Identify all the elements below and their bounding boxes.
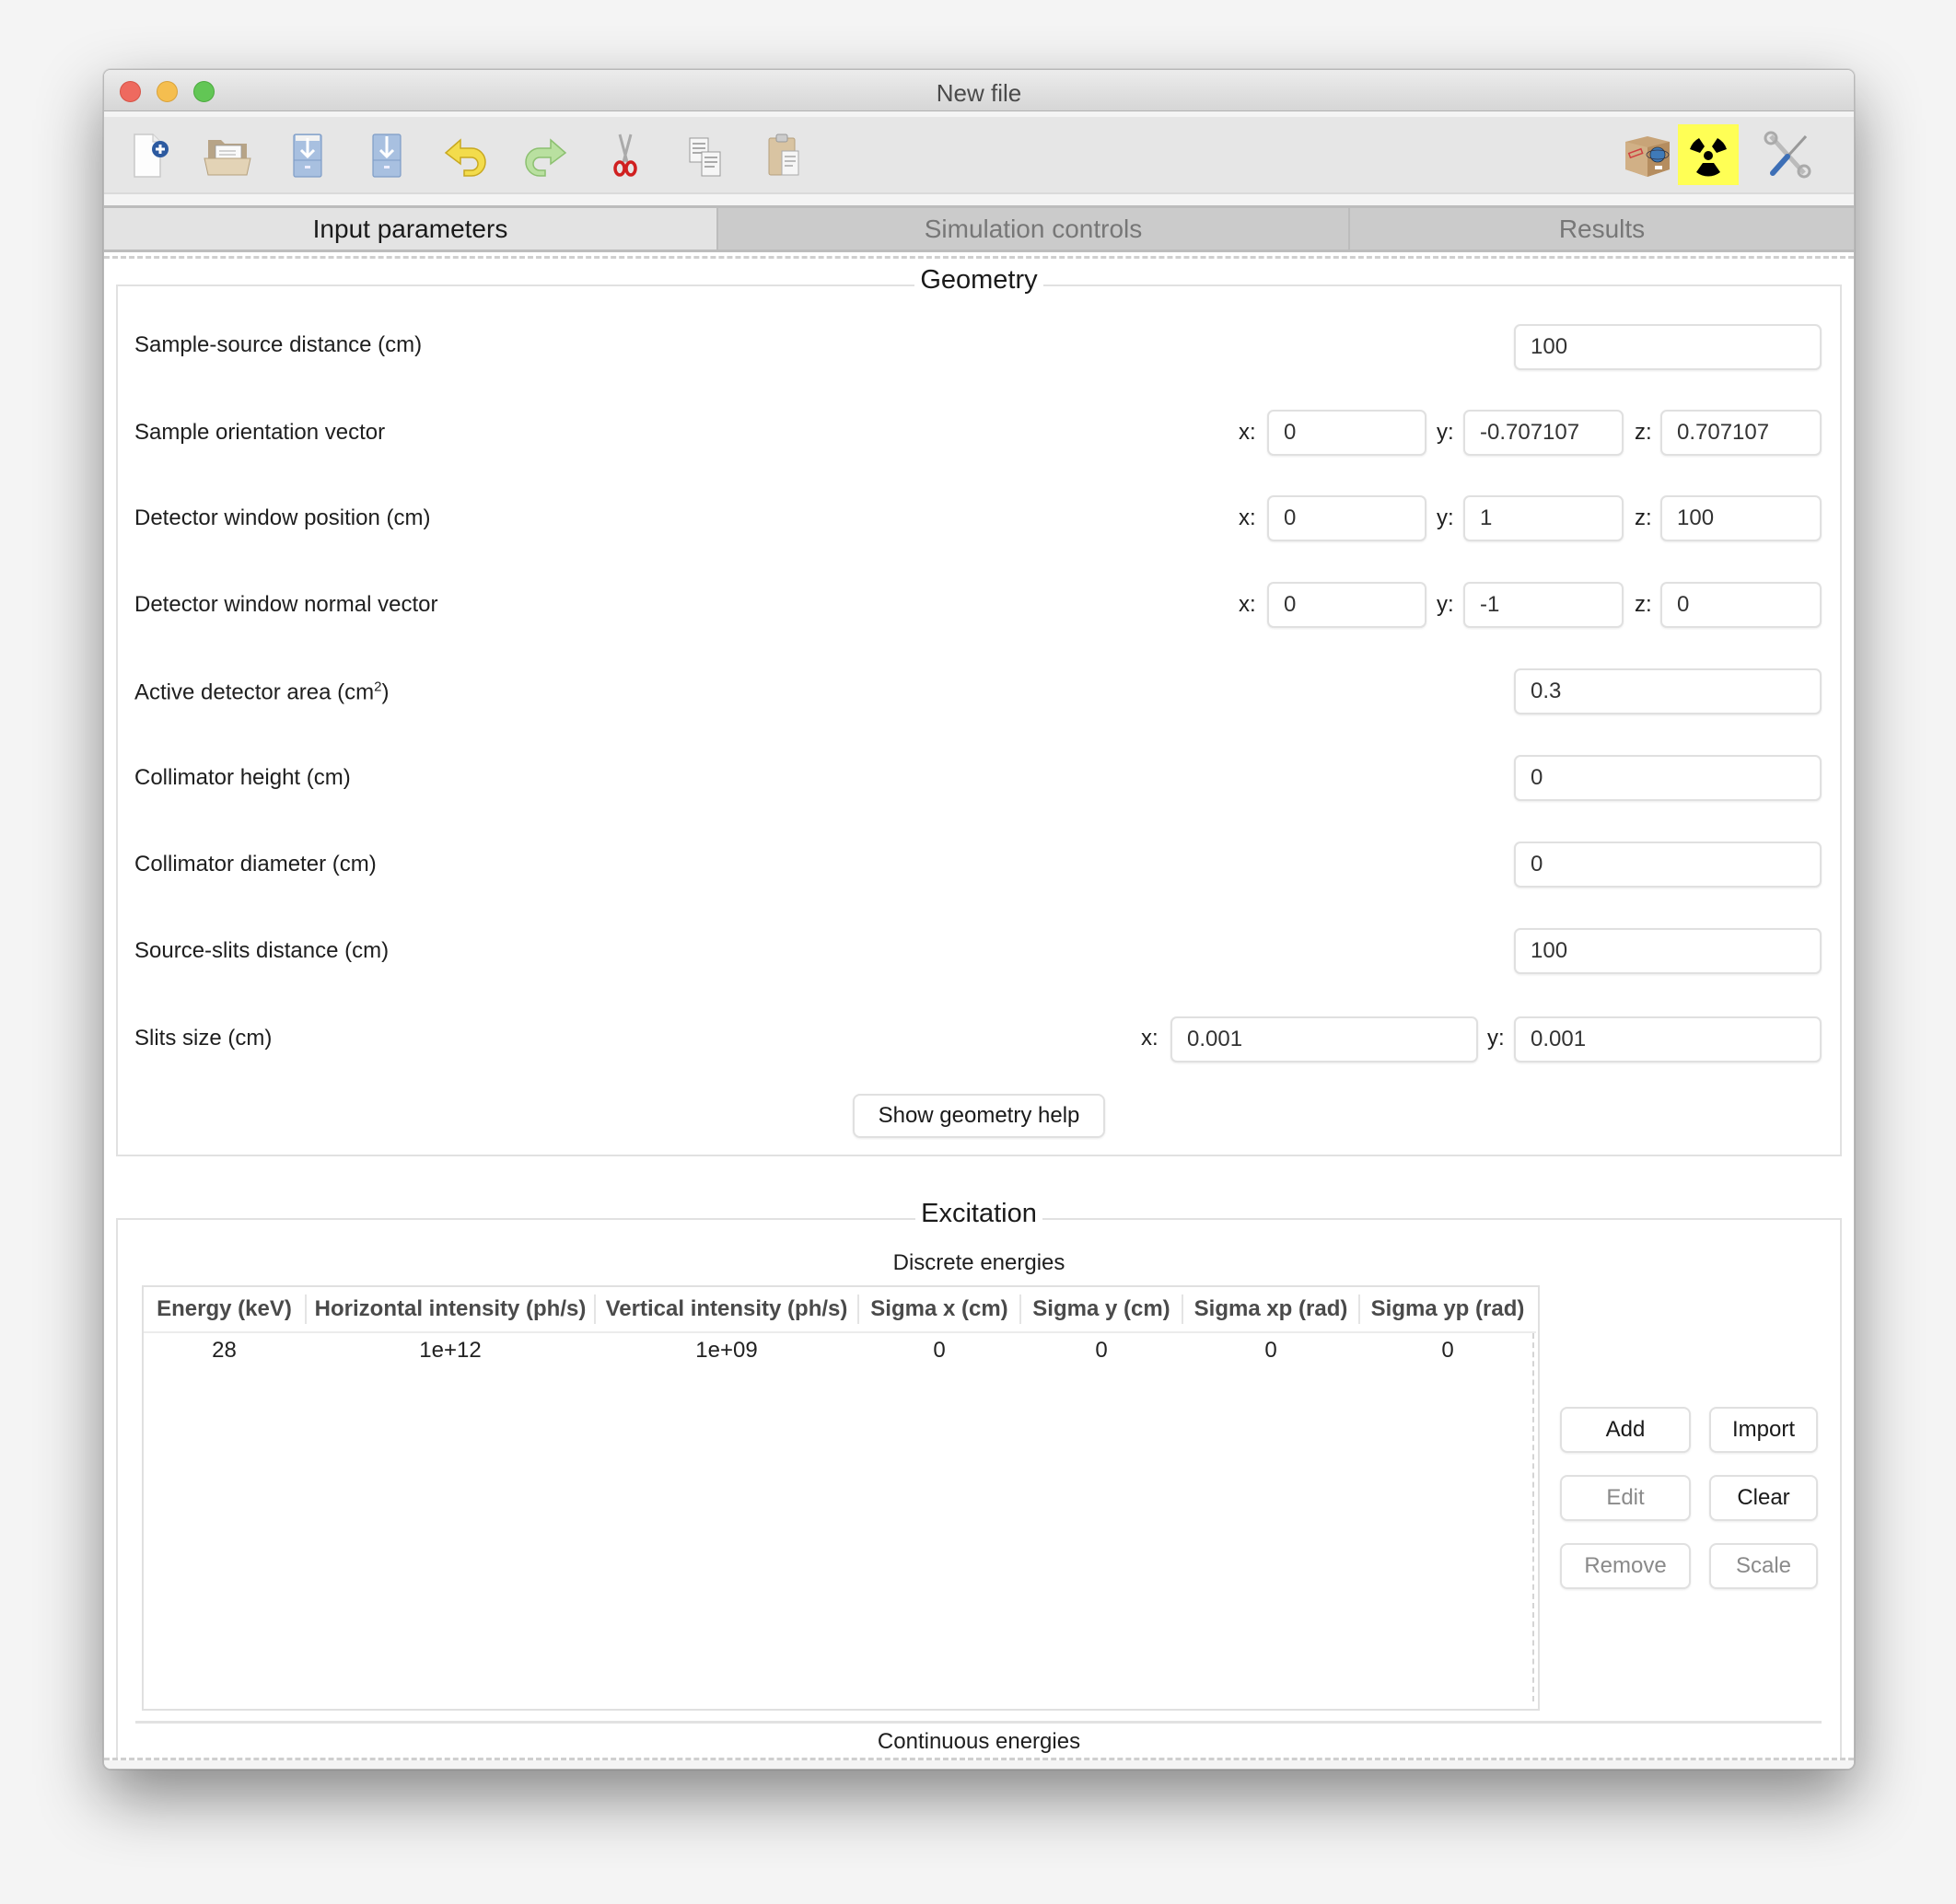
x-label: x: xyxy=(1141,1026,1158,1051)
tab-input-parameters[interactable]: Input parameters xyxy=(104,208,716,250)
tab-bar: Input parameters Simulation controls Res… xyxy=(104,205,1854,252)
discrete-energies-table[interactable]: Energy (keV) Horizontal intensity (ph/s)… xyxy=(142,1285,1540,1711)
z-label: z: xyxy=(1635,505,1652,530)
slits-size-x-input[interactable] xyxy=(1170,1016,1478,1062)
remove-button[interactable]: Remove xyxy=(1560,1543,1691,1589)
paste-button[interactable] xyxy=(753,124,814,185)
cut-button[interactable] xyxy=(595,124,656,185)
tab-simulation-controls[interactable]: Simulation controls xyxy=(716,208,1348,250)
show-geometry-help-button[interactable]: Show geometry help xyxy=(853,1094,1105,1138)
x-label: x: xyxy=(1239,505,1256,530)
detector-normal-z-input[interactable] xyxy=(1660,582,1822,628)
sample-orientation-y-input[interactable] xyxy=(1463,410,1624,456)
package-button[interactable] xyxy=(1617,124,1678,185)
detector-position-z-input[interactable] xyxy=(1660,495,1822,541)
x-label: x: xyxy=(1239,420,1256,445)
window-bottom-strip xyxy=(104,1760,1854,1769)
sample-orientation-x-input[interactable] xyxy=(1267,410,1426,456)
new-file-button[interactable] xyxy=(119,124,180,185)
y-label: y: xyxy=(1487,1026,1505,1051)
collimator-diameter-input[interactable] xyxy=(1514,842,1822,888)
x-label: x: xyxy=(1239,592,1256,617)
column-header-vertical-intensity[interactable]: Vertical intensity (ph/s) xyxy=(596,1287,857,1331)
save-as-icon xyxy=(372,134,402,178)
panel-top-border xyxy=(104,256,1854,259)
source-slits-distance-label: Source-slits distance (cm) xyxy=(134,938,390,963)
cell-sigma-x: 0 xyxy=(933,1338,946,1363)
sample-orientation-label: Sample orientation vector xyxy=(134,420,386,445)
active-area-input[interactable] xyxy=(1514,668,1822,714)
source-slits-distance-input[interactable] xyxy=(1514,928,1822,974)
continuous-energies-title: Continuous energies xyxy=(877,1729,1081,1754)
import-button[interactable]: Import xyxy=(1709,1407,1818,1453)
open-button[interactable] xyxy=(198,124,259,185)
collimator-height-label: Collimator height (cm) xyxy=(134,765,351,790)
copy-button[interactable] xyxy=(674,124,735,185)
cell-sigma-yp: 0 xyxy=(1441,1338,1454,1363)
scale-button[interactable]: Scale xyxy=(1709,1543,1818,1589)
y-label: y: xyxy=(1437,420,1454,445)
geometry-title: Geometry xyxy=(104,265,1854,296)
save-as-button[interactable] xyxy=(356,124,417,185)
detector-normal-label: Detector window normal vector xyxy=(134,592,438,617)
slits-size-y-input[interactable] xyxy=(1514,1016,1822,1062)
main-window: New file Input parameters Simulation con… xyxy=(103,69,1855,1770)
preferences-button[interactable] xyxy=(1757,124,1818,185)
discrete-energies-title: Discrete energies xyxy=(892,1250,1065,1275)
table-column-guide xyxy=(1532,1333,1534,1701)
column-header-horizontal-intensity[interactable]: Horizontal intensity (ph/s) xyxy=(307,1287,594,1331)
detector-normal-y-input[interactable] xyxy=(1463,582,1624,628)
redo-button[interactable] xyxy=(515,124,576,185)
radiation-button[interactable] xyxy=(1678,124,1739,185)
column-header-sigma-xp[interactable]: Sigma xp (rad) xyxy=(1183,1287,1358,1331)
active-area-label: Active detector area (cm2) xyxy=(134,679,390,705)
paste-icon xyxy=(768,134,799,176)
y-label: y: xyxy=(1437,592,1454,617)
save-icon xyxy=(293,134,322,178)
clear-button[interactable]: Clear xyxy=(1709,1475,1818,1521)
redo-icon xyxy=(525,138,567,177)
energies-separator xyxy=(135,1721,1822,1724)
detector-normal-x-input[interactable] xyxy=(1267,582,1426,628)
sample-orientation-z-input[interactable] xyxy=(1660,410,1822,456)
save-button[interactable] xyxy=(277,124,338,185)
sample-source-distance-label: Sample-source distance (cm) xyxy=(134,332,423,357)
table-header: Energy (keV) Horizontal intensity (ph/s)… xyxy=(144,1287,1536,1333)
open-folder-icon xyxy=(204,140,251,176)
window-title: New file xyxy=(936,79,1022,107)
tools-icon xyxy=(1764,131,1811,179)
detector-position-y-input[interactable] xyxy=(1463,495,1624,541)
column-header-sigma-x[interactable]: Sigma x (cm) xyxy=(859,1287,1019,1331)
cell-sigma-y: 0 xyxy=(1095,1338,1108,1363)
tab-results[interactable]: Results xyxy=(1348,208,1854,250)
radiation-icon xyxy=(1690,138,1727,177)
excitation-title: Excitation xyxy=(104,1199,1854,1229)
cell-horizontal-intensity: 1e+12 xyxy=(419,1338,482,1363)
z-label: z: xyxy=(1635,420,1652,445)
cell-energy: 28 xyxy=(212,1338,237,1363)
package-icon xyxy=(1625,136,1670,177)
collimator-diameter-label: Collimator diameter (cm) xyxy=(134,852,377,877)
detector-position-x-input[interactable] xyxy=(1267,495,1426,541)
copy-icon xyxy=(689,137,721,177)
toolbar xyxy=(104,117,1854,194)
z-label: z: xyxy=(1635,592,1652,617)
column-header-energy[interactable]: Energy (keV) xyxy=(144,1287,305,1331)
edit-button[interactable]: Edit xyxy=(1560,1475,1691,1521)
slits-size-label: Slits size (cm) xyxy=(134,1026,273,1051)
collimator-height-input[interactable] xyxy=(1514,755,1822,801)
undo-button[interactable] xyxy=(436,124,496,185)
sample-source-distance-input[interactable] xyxy=(1514,324,1822,370)
column-header-sigma-y[interactable]: Sigma y (cm) xyxy=(1021,1287,1182,1331)
cut-icon xyxy=(613,134,637,177)
detector-position-label: Detector window position (cm) xyxy=(134,505,431,530)
add-button[interactable]: Add xyxy=(1560,1407,1691,1453)
cell-vertical-intensity: 1e+09 xyxy=(695,1338,758,1363)
undo-icon xyxy=(444,138,486,177)
column-header-sigma-yp[interactable]: Sigma yp (rad) xyxy=(1360,1287,1535,1331)
cell-sigma-xp: 0 xyxy=(1264,1338,1277,1363)
new-file-icon xyxy=(134,134,169,178)
y-label: y: xyxy=(1437,505,1454,530)
title-bar: New file xyxy=(104,70,1854,111)
